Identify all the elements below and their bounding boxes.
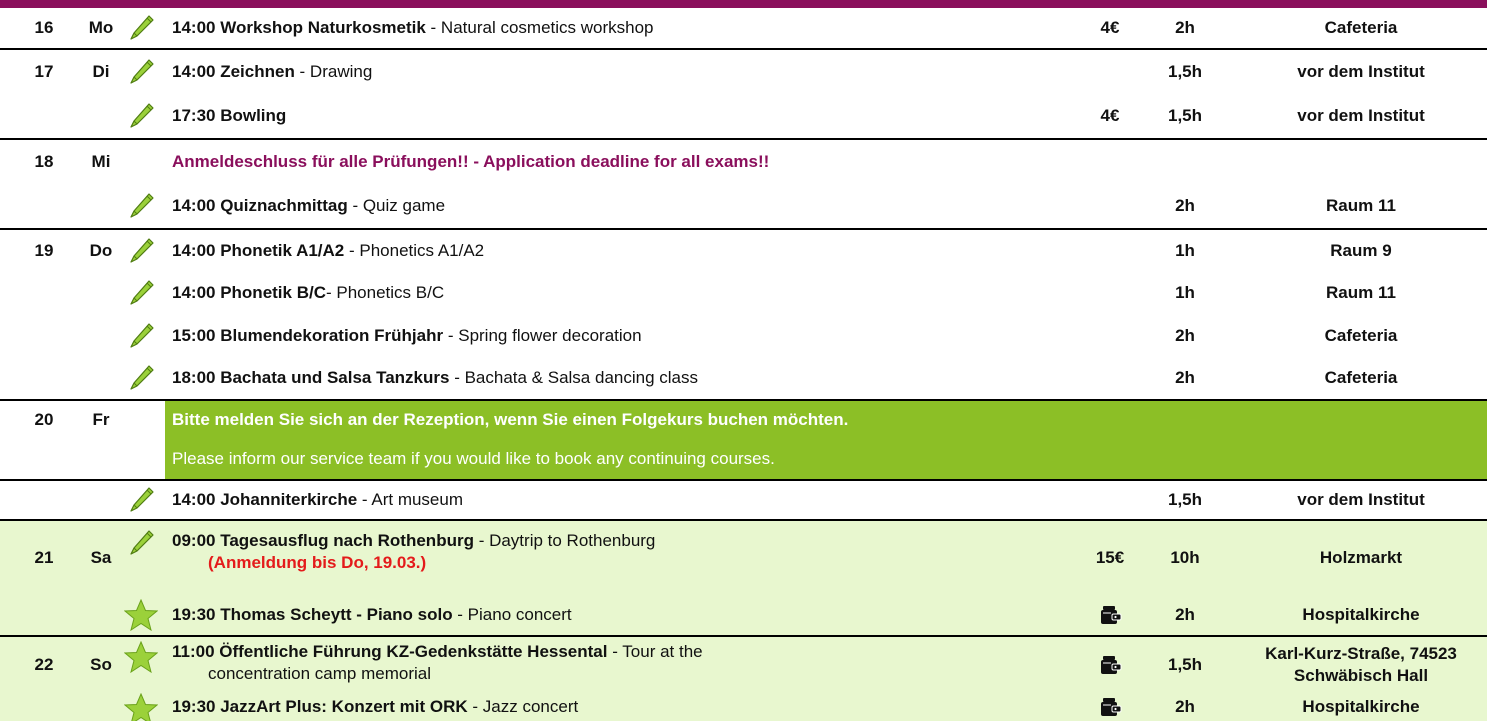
table-row: 17 Di 14:00 Zeichnen - Drawing 1,5h vor …: [0, 48, 1487, 94]
event-subtitle: - Tour at the: [607, 642, 703, 661]
location: Raum 9: [1330, 241, 1392, 260]
duration: 1,5h: [1167, 655, 1203, 674]
pencil-icon: [130, 238, 154, 263]
event-subtitle: - Phonetics A1/A2: [344, 241, 485, 260]
weekday: Fr: [92, 410, 110, 429]
location: vor dem Institut: [1297, 106, 1425, 125]
event-subtitle: - Jazz concert: [467, 697, 579, 716]
event-title: 14:00 Quiznachmittag: [172, 196, 348, 215]
duration: 2h: [1175, 18, 1195, 37]
table-row: 16 Mo 14:00 Workshop Naturkosmetik - Nat…: [0, 8, 1487, 48]
notice-english: Please inform our service team if you wo…: [172, 449, 775, 468]
wallet-icon: [1101, 656, 1122, 674]
wallet-icon: [1101, 606, 1122, 624]
event-title: 17:30 Bowling: [172, 106, 287, 125]
event-title: 09:00 Tagesausflug nach Rothenburg: [172, 531, 474, 550]
location: Cafeteria: [1324, 18, 1398, 37]
pencil-icon: [130, 487, 154, 512]
table-row: 14:00 Phonetik B/C - Phonetics B/C 1h Rau…: [0, 272, 1487, 314]
location: vor dem Institut: [1297, 62, 1425, 81]
event-title: 14:00 Phonetik B/C: [172, 283, 326, 302]
location: Hospitalkirche: [1302, 605, 1420, 624]
location: Raum 11: [1326, 283, 1396, 302]
table-row: 22 So 11:00 Öffentliche Führung KZ-Geden…: [0, 635, 1487, 693]
table-row: 19:30 JazzArt Plus: Konzert mit ORK - Ja…: [0, 693, 1487, 721]
duration: 1h: [1175, 241, 1195, 260]
event-subtitle: - Quiz game: [347, 196, 446, 215]
event-title: 14:00 Workshop Naturkosmetik: [172, 18, 426, 37]
location: vor dem Institut: [1297, 490, 1425, 509]
pencil-icon: [130, 530, 154, 555]
table-row: 14:00 Johanniterkirche - Art museum 1,5h…: [0, 479, 1487, 519]
star-icon: [124, 693, 158, 721]
duration: 1h: [1175, 283, 1195, 302]
pencil-icon: [130, 322, 154, 348]
star-icon: [124, 641, 158, 673]
table-row: 14:00 Quiznachmittag - Quiz game 2h Raum…: [0, 184, 1487, 228]
table-row: 19:30 Thomas Scheytt - Piano solo - Pian…: [0, 595, 1487, 635]
event-subtitle: - Art museum: [357, 490, 464, 509]
event-title: 11:00 Öffentliche Führung KZ-Gedenkstätt…: [172, 642, 608, 661]
duration: 2h: [1175, 325, 1195, 345]
location: Cafeteria: [1324, 368, 1398, 387]
table-row: 18:00 Bachata und Salsa Tanzkurs - Bacha…: [0, 357, 1487, 399]
table-row: Please inform our service team if you wo…: [0, 439, 1487, 479]
pencil-icon: [130, 59, 154, 84]
table-row: 21 Sa 09:00 Tagesausflug nach Rothenburg…: [0, 519, 1487, 595]
location: Cafeteria: [1324, 325, 1398, 345]
table-row: 18 Mi Anmeldeschluss für alle Prüfungen!…: [0, 138, 1487, 184]
location: Hospitalkirche: [1302, 697, 1420, 716]
star-icon: [124, 599, 158, 631]
event-title: 19:30 Thomas Scheytt - Piano solo: [172, 605, 453, 624]
event-subtitle: - Natural cosmetics workshop: [425, 18, 654, 37]
duration: 2h: [1175, 605, 1195, 624]
event-title: 15:00 Blumendekoration Frühjahr: [172, 325, 444, 345]
duration: 10h: [1170, 548, 1200, 567]
deadline-notice: Anmeldeschluss für alle Prüfungen!! - Ap…: [172, 152, 770, 171]
registration-note: (Anmeldung bis Do, 19.03.): [208, 553, 427, 572]
header-bar: [0, 0, 1487, 8]
event-subtitle: - Drawing: [294, 62, 373, 81]
event-subtitle: - Bachata & Salsa dancing class: [449, 368, 698, 387]
event-title: 14:00 Zeichnen: [172, 62, 295, 81]
location: Holzmarkt: [1319, 548, 1403, 567]
event-subtitle-continued: concentration camp memorial: [208, 664, 431, 683]
duration: 1,5h: [1167, 62, 1203, 81]
pencil-icon: [130, 15, 154, 40]
duration: 2h: [1175, 368, 1195, 387]
event-subtitle: - Piano concert: [452, 605, 572, 624]
pencil-icon: [130, 365, 154, 390]
event-subtitle: - Daytrip to Rothenburg: [473, 531, 656, 550]
event-title: 14:00 Phonetik A1/A2: [172, 241, 345, 260]
table-row: 19 Do 14:00 Phonetik A1/A2 - Phonetics A…: [0, 228, 1487, 272]
event-subtitle: - Phonetics B/C: [326, 283, 445, 302]
event-subtitle: - Spring flower decoration: [443, 325, 642, 345]
event-title: 19:30 JazzArt Plus: Konzert mit ORK: [172, 697, 468, 716]
wallet-icon: [1101, 698, 1122, 716]
event-title: 18:00 Bachata und Salsa Tanzkurs: [172, 368, 450, 387]
pencil-icon: [130, 280, 154, 305]
location: Karl-Kurz-Straße, 74523 Schwäbisch Hall: [1265, 644, 1457, 685]
location: Raum 11: [1326, 196, 1396, 215]
duration: 1,5h: [1167, 106, 1203, 125]
weekday: Mi: [91, 152, 111, 171]
duration: 2h: [1175, 697, 1195, 716]
duration: 1,5h: [1167, 490, 1203, 509]
notice-german: Bitte melden Sie sich an der Rezeption, …: [172, 410, 849, 429]
event-title: 14:00 Johanniterkirche: [172, 490, 358, 509]
pencil-icon: [130, 193, 154, 218]
table-row: 17:30 Bowling 4€ 1,5h vor dem Institut: [0, 94, 1487, 138]
table-row: 15:00 Blumendekoration Frühjahr - Spring…: [0, 314, 1487, 357]
table-row: 20 Fr Bitte melden Sie sich an der Rezep…: [0, 399, 1487, 439]
pencil-icon: [130, 103, 154, 128]
duration: 2h: [1175, 196, 1195, 215]
